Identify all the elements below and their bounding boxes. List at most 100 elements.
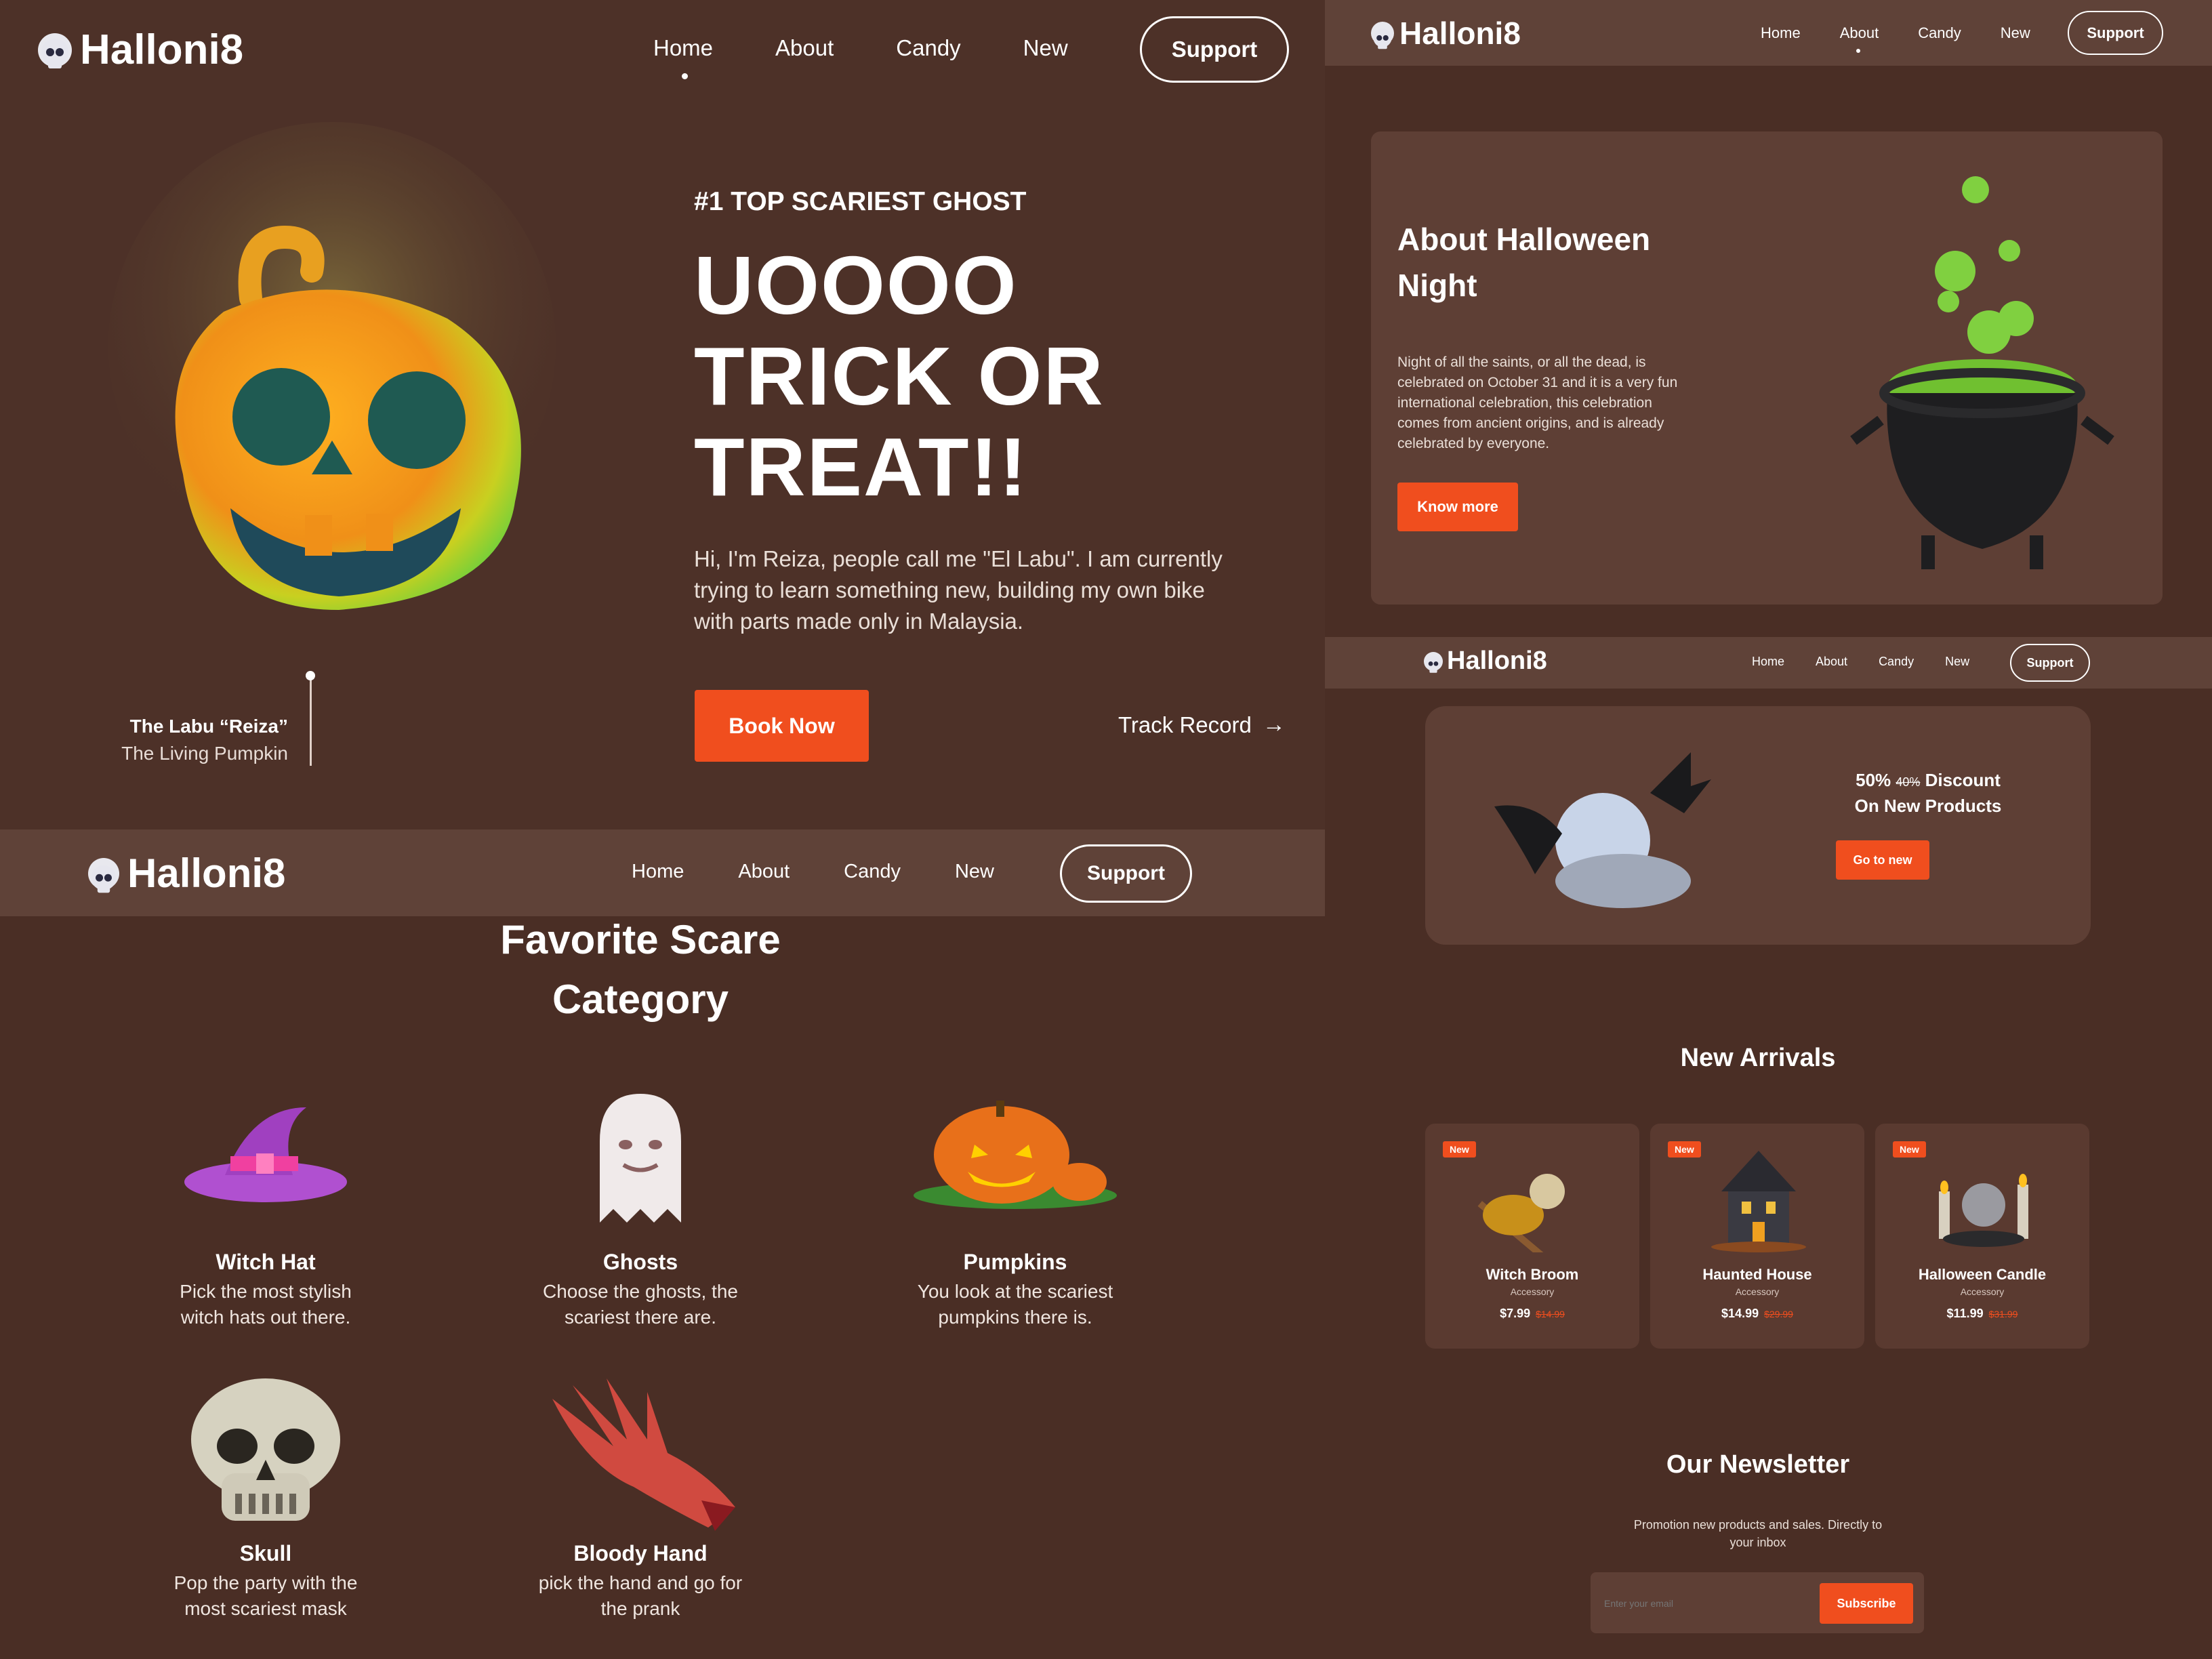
brand-name: Halloni8 xyxy=(1447,647,1547,675)
nav-home[interactable]: Home xyxy=(1752,655,1784,669)
nav-candy[interactable]: Candy xyxy=(844,861,901,883)
category-desc: scariest there are. xyxy=(564,1307,717,1328)
nav-about[interactable]: About xyxy=(1816,655,1847,669)
pumpkin-illustration xyxy=(108,122,569,637)
shop-panel: Halloni8 Home About Candy New Support 50… xyxy=(1325,637,2212,1659)
arrow-right-icon: → xyxy=(1262,712,1286,737)
category-desc: Pick the most stylish xyxy=(180,1281,352,1302)
nav-about[interactable]: About xyxy=(1840,24,1879,42)
brand-name: Halloni8 xyxy=(127,851,286,896)
brand-logo[interactable]: Halloni8 xyxy=(38,26,243,74)
nav-new[interactable]: New xyxy=(955,861,994,883)
new-badge: New xyxy=(1668,1141,1701,1158)
hero-panel: Halloni8 Home About Candy New Support Th… xyxy=(0,0,1325,830)
brand-logo[interactable]: Halloni8 xyxy=(88,850,285,897)
categories-title-2: Category xyxy=(552,977,729,1022)
cauldron-illustration xyxy=(1840,169,2125,576)
categories-panel: Halloni8 Home About Candy New Support Fa… xyxy=(0,830,1325,1659)
support-button[interactable]: Support xyxy=(2010,644,2090,682)
product-type: Accessory xyxy=(1960,1286,2005,1297)
book-now-button[interactable]: Book Now xyxy=(695,690,869,762)
nav-new[interactable]: New xyxy=(1945,655,1969,669)
product-price: $11.99 $31.99 xyxy=(1875,1307,2089,1321)
nav-new[interactable]: New xyxy=(2001,24,2030,42)
caption-sub: The Living Pumpkin xyxy=(121,743,288,764)
hero-headline-2: TRICK OR xyxy=(694,330,1105,422)
brand-name: Halloni8 xyxy=(1399,16,1521,51)
promo-percent: 50% xyxy=(1856,770,1891,790)
caption-name: The Labu “Reiza” xyxy=(129,716,288,737)
product-type: Accessory xyxy=(1735,1286,1780,1297)
nav-about[interactable]: About xyxy=(738,861,790,883)
nav-home[interactable]: Home xyxy=(653,35,713,61)
bloody-hand-icon xyxy=(505,1372,776,1534)
price-current: $7.99 xyxy=(1500,1307,1531,1320)
nav-home[interactable]: Home xyxy=(1761,24,1801,42)
category-desc: witch hats out there. xyxy=(180,1307,351,1328)
nav-about[interactable]: About xyxy=(775,35,834,61)
nav-new[interactable]: New xyxy=(1023,35,1068,61)
subscribe-button[interactable]: Subscribe xyxy=(1820,1583,1913,1624)
hero-body: Hi, I'm Reiza, people call me "El Labu".… xyxy=(694,546,1223,634)
caption-pin-line xyxy=(310,678,312,766)
nav-candy[interactable]: Candy xyxy=(1918,24,1961,42)
category-title: Bloody Hand xyxy=(573,1541,708,1565)
product-card[interactable]: New Haunted House Accessory $14.99 $29.99 xyxy=(1650,1124,1864,1349)
track-record-link[interactable]: Track Record → xyxy=(1118,712,1286,738)
main-nav: Home About Candy New xyxy=(1752,655,1969,669)
price-current: $11.99 xyxy=(1946,1307,1984,1320)
product-price: $14.99 $29.99 xyxy=(1650,1307,1864,1321)
category-desc: pick the hand and go for xyxy=(538,1572,743,1593)
category-desc: Pop the party with the xyxy=(173,1572,358,1593)
brand-logo[interactable]: Halloni8 xyxy=(1424,647,1547,676)
skull-icon xyxy=(130,1372,401,1534)
support-button[interactable]: Support xyxy=(1140,16,1289,83)
go-to-new-button[interactable]: Go to new xyxy=(1836,840,1929,880)
category-bloody-hand[interactable]: Bloody Hand pick the hand and go for the… xyxy=(505,1372,776,1622)
skull-logo-icon xyxy=(1424,651,1443,673)
skull-logo-icon xyxy=(1371,22,1394,49)
category-witch-hat[interactable]: Witch Hat Pick the most stylish witch ha… xyxy=(130,1080,401,1330)
skull-logo-icon xyxy=(88,857,119,893)
about-body: Night of all the saints, or all the dead… xyxy=(1397,354,1678,451)
know-more-button[interactable]: Know more xyxy=(1397,483,1518,531)
new-badge: New xyxy=(1443,1141,1476,1158)
new-badge: New xyxy=(1893,1141,1926,1158)
email-input[interactable] xyxy=(1603,1586,1775,1621)
about-title-1: About Halloween xyxy=(1397,222,1651,257)
skull-logo-icon xyxy=(38,33,72,68)
brand-name: Halloni8 xyxy=(80,26,244,73)
product-card[interactable]: New Halloween Candle Accessory $11.99 $31… xyxy=(1875,1124,2089,1349)
about-title-2: Night xyxy=(1397,268,1477,303)
product-name: Haunted House xyxy=(1702,1266,1812,1283)
category-desc: Choose the ghosts, the xyxy=(543,1281,738,1302)
nav-candy[interactable]: Candy xyxy=(1879,655,1914,669)
category-desc: most scariest mask xyxy=(184,1598,347,1619)
category-title: Witch Hat xyxy=(216,1250,316,1274)
category-pumpkins[interactable]: Pumpkins You look at the scariest pumpki… xyxy=(880,1080,1151,1330)
category-title: Ghosts xyxy=(602,1250,678,1274)
product-type: Accessory xyxy=(1510,1286,1555,1297)
product-card[interactable]: New Witch Broom Accessory $7.99 $14.99 xyxy=(1425,1124,1639,1349)
promo-line-2: On New Products xyxy=(1854,796,2002,816)
price-old: $14.99 xyxy=(1536,1309,1565,1319)
newsletter-desc-1: Promotion new products and sales. Direct… xyxy=(1633,1518,1883,1532)
price-old: $29.99 xyxy=(1764,1309,1793,1319)
nav-home[interactable]: Home xyxy=(632,861,684,883)
main-nav: Home About Candy New xyxy=(653,35,1068,61)
hero-headline-1: UOOOO xyxy=(694,239,1018,331)
category-desc: the prank xyxy=(600,1598,680,1619)
promo-discount: Discount xyxy=(1925,770,2001,790)
brand-logo[interactable]: Halloni8 xyxy=(1371,15,1521,52)
newsletter-desc-2: your inbox xyxy=(1729,1536,1786,1549)
support-button[interactable]: Support xyxy=(2068,11,2163,55)
main-nav: Home About Candy New xyxy=(1761,24,2030,42)
track-record-label: Track Record xyxy=(1118,712,1252,737)
witch-broom-icon xyxy=(1473,1151,1588,1258)
category-title: Skull xyxy=(239,1541,292,1565)
nav-candy[interactable]: Candy xyxy=(896,35,960,61)
support-button[interactable]: Support xyxy=(1060,844,1192,903)
category-ghosts[interactable]: Ghosts Choose the ghosts, the scariest t… xyxy=(505,1080,776,1330)
category-desc: pumpkins there is. xyxy=(938,1307,1092,1328)
category-skull[interactable]: Skull Pop the party with the most scarie… xyxy=(130,1372,401,1622)
